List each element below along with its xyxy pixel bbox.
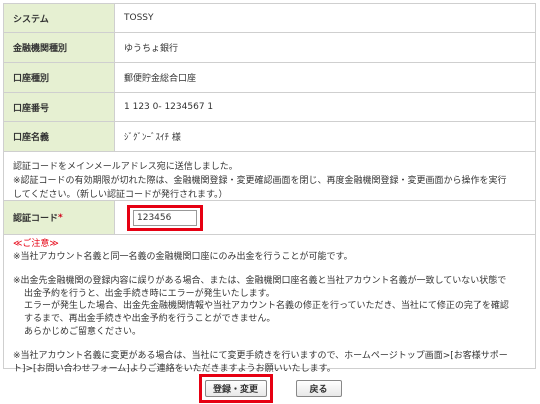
caution-error-note-4: するまで、再出金手続きや出金予約を行うことができません。 <box>24 313 276 324</box>
code-sent-notice: 認証コードをメインメールアドレス宛に送信しました。 ※認証コードの有効期限が切れ… <box>4 152 535 201</box>
button-bar: 登録・変更 戻る <box>0 374 540 403</box>
back-button[interactable]: 戻る <box>295 380 342 397</box>
account-number-value: 1 123 0- 1234567 1 <box>124 102 214 112</box>
caution-name-change-note: ※当社アカウント名義に変更がある場合は、当社にて変更手続きを行いますので、ホーム… <box>13 351 508 362</box>
institution-type-row: 金融機関種別 ゆうちょ銀行 <box>4 33 535 63</box>
account-type-value: 郵便貯金総合口座 <box>124 74 197 84</box>
code-expiry-line: ※認証コードの有効期限が切れた際は、金融機関登録・変更確認画面を閉じ、再度金融機… <box>13 176 507 186</box>
account-number-label: 口座番号 <box>4 93 115 121</box>
system-row: システム TOSSY <box>4 4 535 33</box>
account-type-label: 口座種別 <box>4 63 115 92</box>
register-change-button[interactable]: 登録・変更 <box>204 380 267 397</box>
system-label: システム <box>4 4 115 32</box>
caution-error-note-2: 出金予約を行うと、出金手続き時にエラーが発生いたします。 <box>24 288 275 299</box>
auth-code-row: 認証コード * <box>4 201 535 235</box>
account-name-value: ｼﾞｸﾞﾝｰﾞｽｲﾁ 様 <box>124 133 181 143</box>
system-value: TOSSY <box>124 13 154 23</box>
auth-code-input[interactable] <box>133 209 197 226</box>
code-sent-line: 認証コードをメインメールアドレス宛に送信しました。 <box>13 162 238 172</box>
caution-error-note-3: エラーが発生した場合、出金先金融機関情報や当社アカウント名義の修正を行っていただ… <box>24 301 509 312</box>
auth-code-label: 認証コード * <box>4 201 115 234</box>
auth-code-highlight <box>127 204 203 231</box>
auth-code-label-text: 認証コード <box>13 214 59 224</box>
account-name-row: 口座名義 ｼﾞｸﾞﾝｰﾞｽｲﾁ 様 <box>4 122 535 152</box>
confirmation-form: システム TOSSY 金融機関種別 ゆうちょ銀行 口座種別 郵便貯金総合口座 口… <box>3 3 536 374</box>
code-expiry-line-cont: してください。（新しい認証コードが発行されます。） <box>13 190 228 200</box>
auth-code-cell <box>115 201 203 234</box>
account-name-label: 口座名義 <box>4 122 115 151</box>
institution-type-value: ゆうちょ銀行 <box>124 44 179 54</box>
caution-section: ≪ご注意≫ ※当社アカウント名義と同一名義の金融機関口座にのみ出金を行うことが可… <box>4 235 535 375</box>
institution-type-label: 金融機関種別 <box>4 33 115 62</box>
register-button-highlight: 登録・変更 <box>198 374 273 403</box>
account-number-row: 口座番号 1 123 0- 1234567 1 <box>4 93 535 122</box>
caution-error-note-5: あらかじめご留意ください。 <box>24 326 142 337</box>
caution-same-name-note: ※当社アカウント名義と同一名義の金融機関口座にのみ出金を行うことが可能です。 <box>13 251 353 262</box>
required-mark: * <box>58 212 63 223</box>
caution-heading: ≪ご注意≫ <box>13 239 59 249</box>
account-type-row: 口座種別 郵便貯金総合口座 <box>4 63 535 93</box>
caution-error-note: ※出金先金融機関の登録内容に誤りがある場合、または、金融機関口座名義と当社アカウ… <box>13 276 507 287</box>
